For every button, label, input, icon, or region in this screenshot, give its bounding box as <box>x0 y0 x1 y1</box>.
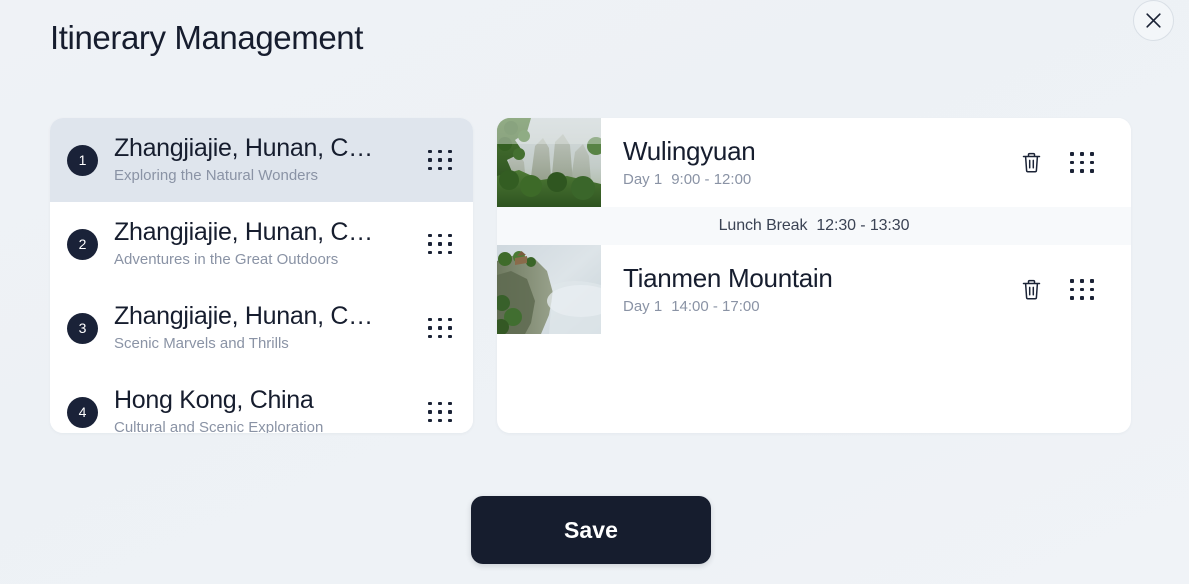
trash-icon <box>1022 279 1041 300</box>
activity-time: 14:00 - 17:00 <box>671 297 760 315</box>
item-number-badge: 3 <box>67 312 98 344</box>
list-item-subtitle: Cultural and Scenic Exploration <box>114 419 324 433</box>
drag-handle-icon[interactable] <box>1067 277 1097 303</box>
activity-actions <box>1019 277 1105 303</box>
list-item-subtitle: Exploring the Natural Wonders <box>114 167 318 184</box>
schedule-panel: Wulingyuan Day 1 9:00 - 12:00 Lunch Brea… <box>497 118 1131 433</box>
trash-icon <box>1022 152 1041 173</box>
list-item[interactable]: 3 Zhangjiajie, Hunan, C… Scenic Marvels … <box>50 286 473 370</box>
item-number-badge: 4 <box>67 396 98 428</box>
item-number-badge: 2 <box>67 228 98 260</box>
activity-actions <box>1019 150 1105 176</box>
list-item-title: Zhangjiajie, Hunan, C… <box>114 134 373 162</box>
activity-meta: Day 1 9:00 - 12:00 <box>623 169 1019 191</box>
list-item-texts: Zhangjiajie, Hunan, C… Exploring the Nat… <box>114 133 425 187</box>
delete-button[interactable] <box>1019 277 1043 303</box>
break-label: Lunch Break <box>718 217 808 234</box>
close-button[interactable] <box>1133 0 1174 41</box>
break-time: 12:30 - 13:30 <box>816 217 910 234</box>
activity-thumbnail <box>497 245 601 334</box>
list-item[interactable]: 4 Hong Kong, China Cultural and Scenic E… <box>50 370 473 433</box>
close-icon <box>1144 11 1163 30</box>
delete-button[interactable] <box>1019 150 1043 176</box>
drag-handle-icon[interactable] <box>425 231 455 257</box>
list-item-texts: Zhangjiajie, Hunan, C… Adventures in the… <box>114 217 425 271</box>
save-button[interactable]: Save <box>471 496 711 564</box>
list-item-title: Hong Kong, China <box>114 386 314 414</box>
activity-day: Day 1 <box>623 297 663 315</box>
drag-handle-icon[interactable] <box>425 147 455 173</box>
list-item-title: Zhangjiajie, Hunan, C… <box>114 218 373 246</box>
activity-texts: Wulingyuan Day 1 9:00 - 12:00 <box>623 135 1019 191</box>
activity-texts: Tianmen Mountain Day 1 14:00 - 17:00 <box>623 262 1019 318</box>
break-row: Lunch Break 12:30 - 13:30 <box>497 207 1131 245</box>
itinerary-list-panel[interactable]: 1 Zhangjiajie, Hunan, C… Exploring the N… <box>50 118 473 433</box>
activity-meta: Day 1 14:00 - 17:00 <box>623 296 1019 318</box>
list-item-texts: Zhangjiajie, Hunan, C… Scenic Marvels an… <box>114 301 425 355</box>
activity-title: Tianmen Mountain <box>623 262 833 293</box>
page-title: Itinerary Management <box>50 19 363 56</box>
activity-row[interactable]: Tianmen Mountain Day 1 14:00 - 17:00 <box>497 245 1131 334</box>
activity-title: Wulingyuan <box>623 135 756 166</box>
list-item-texts: Hong Kong, China Cultural and Scenic Exp… <box>114 385 425 433</box>
list-item-subtitle: Scenic Marvels and Thrills <box>114 335 289 352</box>
list-item[interactable]: 1 Zhangjiajie, Hunan, C… Exploring the N… <box>50 118 473 202</box>
drag-handle-icon[interactable] <box>1067 150 1097 176</box>
activity-day: Day 1 <box>623 170 663 188</box>
list-item-subtitle: Adventures in the Great Outdoors <box>114 251 339 268</box>
activity-thumbnail <box>497 118 601 207</box>
drag-handle-icon[interactable] <box>425 315 455 341</box>
list-item-title: Zhangjiajie, Hunan, C… <box>114 302 373 330</box>
list-item[interactable]: 2 Zhangjiajie, Hunan, C… Adventures in t… <box>50 202 473 286</box>
drag-handle-icon[interactable] <box>425 399 455 425</box>
activity-row[interactable]: Wulingyuan Day 1 9:00 - 12:00 <box>497 118 1131 207</box>
item-number-badge: 1 <box>67 144 98 176</box>
activity-time: 9:00 - 12:00 <box>671 170 752 188</box>
